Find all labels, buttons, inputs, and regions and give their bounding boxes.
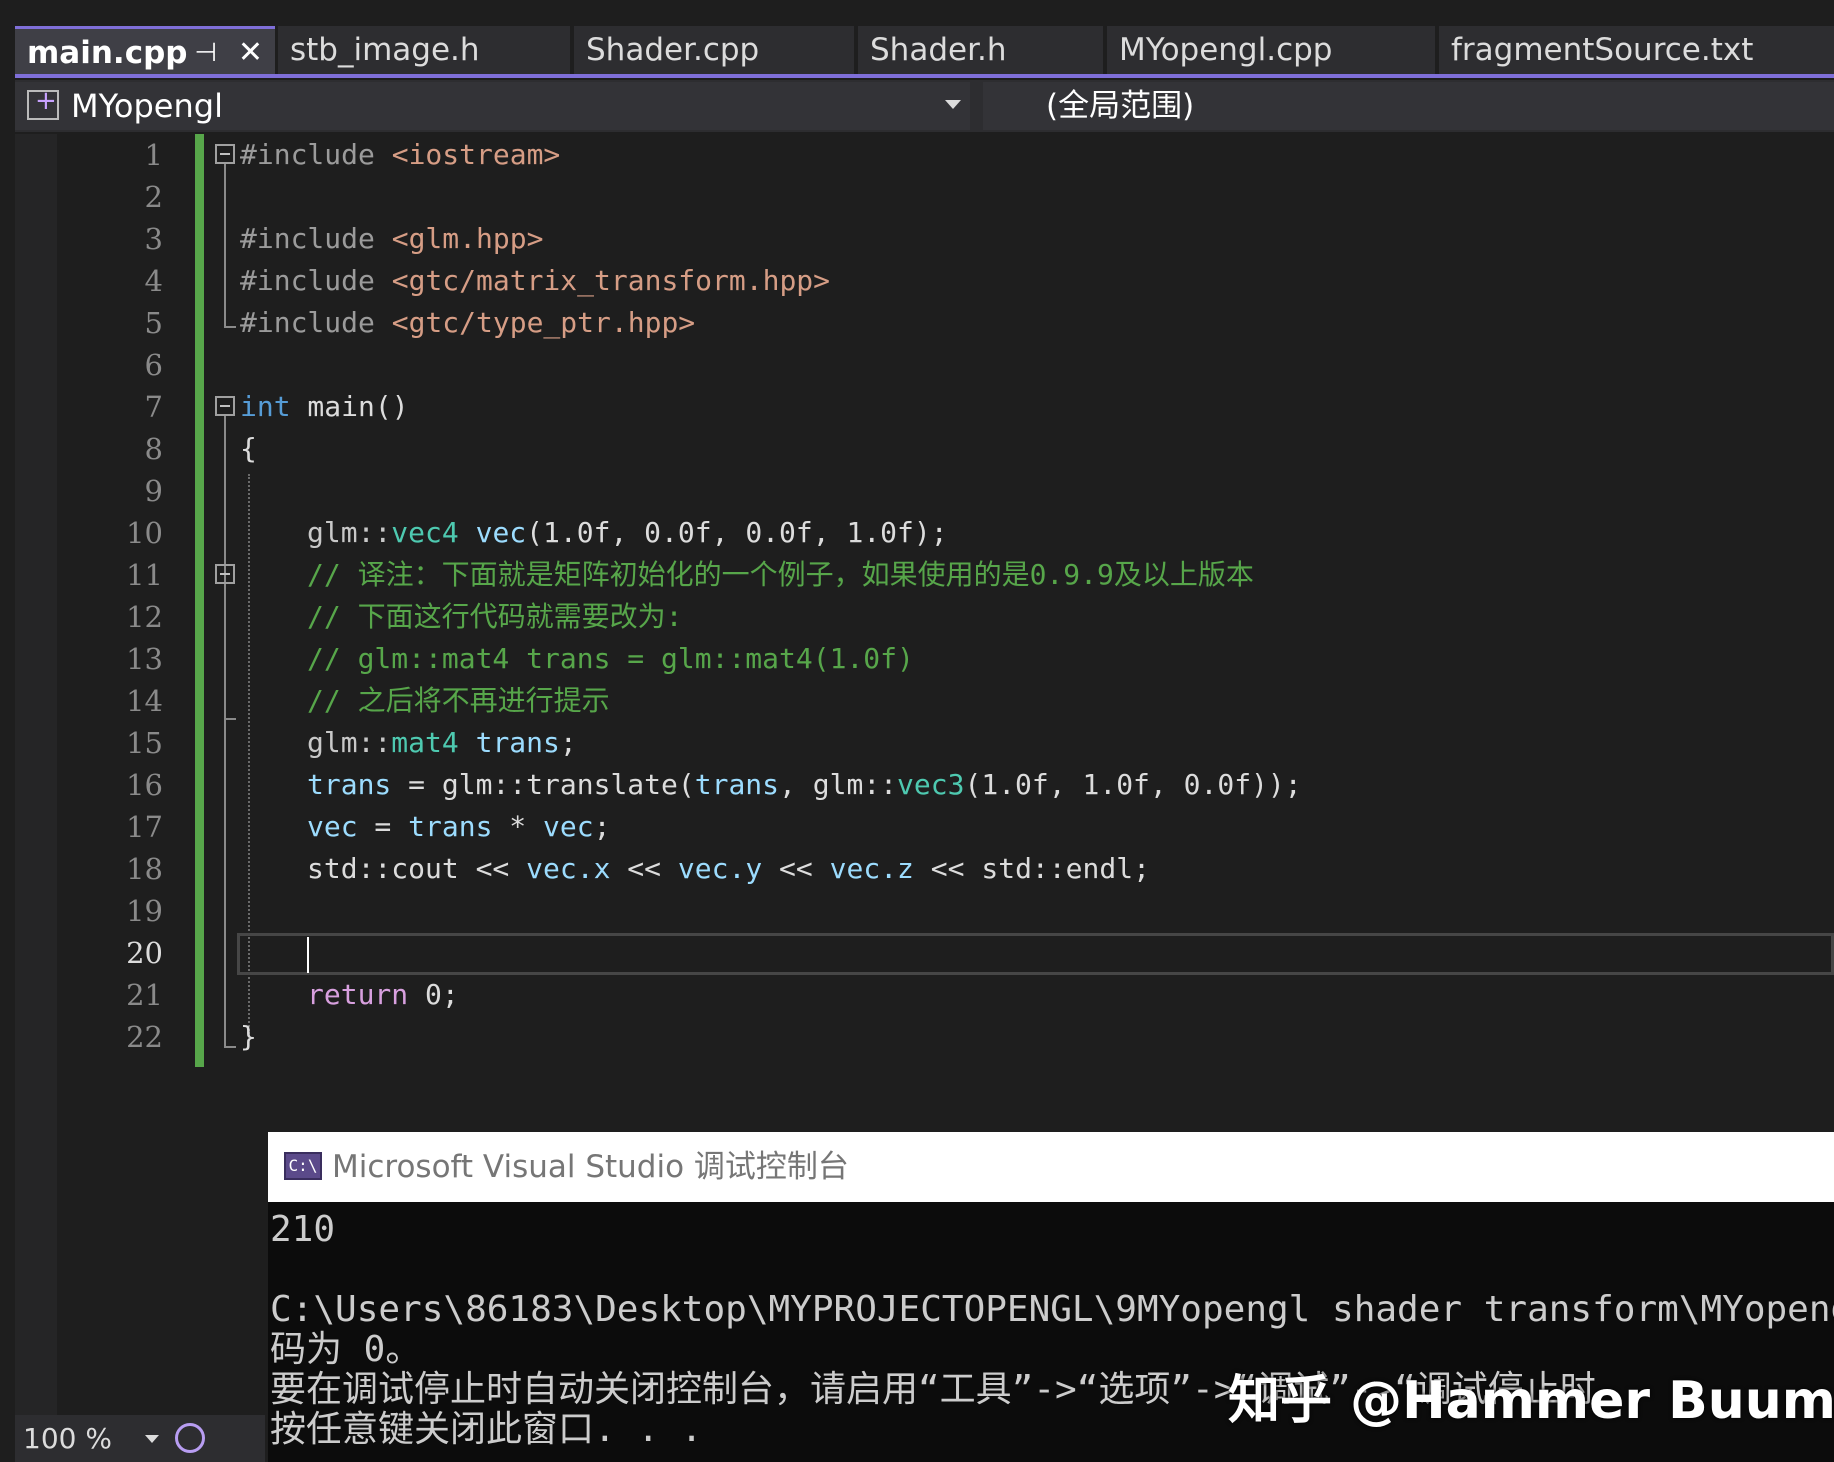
line-number: 8 bbox=[63, 428, 163, 470]
line-number: 12 bbox=[63, 596, 163, 638]
code-line-4: #include <gtc/matrix_transform.hpp> bbox=[240, 260, 830, 302]
line-number: 6 bbox=[63, 344, 163, 386]
project-dropdown[interactable]: MYopengl bbox=[15, 82, 970, 130]
glyph-margin bbox=[15, 134, 57, 1462]
collapse-icon[interactable] bbox=[215, 564, 235, 584]
fold-end bbox=[224, 718, 236, 720]
console-app-icon: C:\ bbox=[284, 1152, 322, 1180]
line-number: 21 bbox=[63, 974, 163, 1016]
line-number: 13 bbox=[63, 638, 163, 680]
line-number: 16 bbox=[63, 764, 163, 806]
project-name: MYopengl bbox=[71, 82, 223, 130]
tab-label: MYopengl.cpp bbox=[1119, 32, 1332, 68]
code-line-10: glm::vec4 vec(1.0f, 0.0f, 0.0f, 1.0f); bbox=[307, 512, 948, 554]
line-number: 7 bbox=[63, 386, 163, 428]
line-number: 17 bbox=[63, 806, 163, 848]
code-editor[interactable]: 1 2 3 4 5 6 7 8 9 10 11 12 13 14 15 16 1… bbox=[15, 134, 1834, 1134]
console-title-bar[interactable]: C:\ Microsoft Visual Studio 调试控制台 bbox=[268, 1132, 1834, 1202]
tab-main-cpp[interactable]: main.cpp ⊣ ✕ bbox=[15, 26, 275, 74]
line-number: 1 bbox=[63, 134, 163, 176]
code-line-7: int main() bbox=[240, 386, 409, 428]
text-caret bbox=[307, 937, 309, 973]
line-number: 18 bbox=[63, 848, 163, 890]
code-line-21: return 0; bbox=[307, 974, 459, 1016]
line-number-gutter: 1 2 3 4 5 6 7 8 9 10 11 12 13 14 15 16 1… bbox=[15, 134, 195, 1134]
line-number: 22 bbox=[63, 1016, 163, 1058]
line-number: 2 bbox=[63, 176, 163, 218]
pin-icon[interactable]: ⊣ bbox=[194, 29, 217, 74]
line-number: 3 bbox=[63, 218, 163, 260]
fold-guide bbox=[224, 416, 226, 1046]
console-output-line: 码为 0。 bbox=[270, 1330, 421, 1370]
change-tracking-bar bbox=[195, 134, 204, 1067]
console-output-line: 按任意键关闭此窗口. . . bbox=[270, 1410, 702, 1450]
line-number: 11 bbox=[63, 554, 163, 596]
zoom-control[interactable]: 100 % bbox=[15, 1415, 265, 1462]
code-health-icon[interactable] bbox=[175, 1423, 205, 1453]
line-number: 4 bbox=[63, 260, 163, 302]
tab-label: Shader.cpp bbox=[586, 32, 759, 68]
line-number: 15 bbox=[63, 722, 163, 764]
fold-end bbox=[224, 1046, 236, 1048]
tab-label: main.cpp bbox=[27, 35, 187, 71]
close-icon[interactable]: ✕ bbox=[238, 29, 263, 74]
code-line-13: // glm::mat4 trans = glm::mat4(1.0f) bbox=[307, 638, 914, 680]
chevron-down-icon[interactable] bbox=[945, 100, 961, 109]
line-number: 19 bbox=[63, 890, 163, 932]
collapse-icon[interactable] bbox=[215, 396, 235, 416]
chevron-down-icon[interactable] bbox=[145, 1435, 159, 1443]
line-number: 14 bbox=[63, 680, 163, 722]
code-line-18: std::cout << vec.x << vec.y << vec.z << … bbox=[307, 848, 1150, 890]
code-line-11: // 译注：下面就是矩阵初始化的一个例子，如果使用的是0.9.9及以上版本 bbox=[307, 554, 1254, 596]
current-line-highlight bbox=[237, 933, 1834, 975]
console-output-line: 210 bbox=[270, 1210, 335, 1250]
line-number: 5 bbox=[63, 302, 163, 344]
code-line-5: #include <gtc/type_ptr.hpp> bbox=[240, 302, 695, 344]
tab-label: fragmentSource.txt bbox=[1451, 32, 1753, 68]
console-output-line: C:\Users\86183\Desktop\MYPROJECTOPENGL\9… bbox=[270, 1290, 1834, 1330]
editor-tab-bar: main.cpp ⊣ ✕ stb_image.h Shader.cpp Shad… bbox=[0, 0, 1834, 78]
tab-shader-h[interactable]: Shader.h bbox=[858, 26, 1103, 74]
tab-fragmentsource-txt[interactable]: fragmentSource.txt bbox=[1439, 26, 1834, 74]
console-title: Microsoft Visual Studio 调试控制台 bbox=[332, 1132, 849, 1202]
tab-myopengl-cpp[interactable]: MYopengl.cpp bbox=[1107, 26, 1435, 74]
code-line-22: } bbox=[240, 1016, 257, 1058]
code-line-17: vec = trans * vec; bbox=[307, 806, 610, 848]
scope-dropdown[interactable]: (全局范围) bbox=[983, 82, 1834, 130]
scope-label: (全局范围) bbox=[1046, 82, 1194, 130]
zoom-level: 100 % bbox=[23, 1415, 112, 1462]
code-line-12: // 下面这行代码就需要改为: bbox=[307, 596, 682, 638]
tab-stb-image-h[interactable]: stb_image.h bbox=[278, 26, 570, 74]
code-line-3: #include <glm.hpp> bbox=[240, 218, 543, 260]
navigation-bar: MYopengl (全局范围) bbox=[15, 80, 1834, 132]
watermark: 知乎 @Hammer Buum bbox=[1228, 1358, 1834, 1433]
code-line-8: { bbox=[240, 428, 257, 470]
fold-end bbox=[224, 326, 236, 328]
line-number: 9 bbox=[63, 470, 163, 512]
tab-shader-cpp[interactable]: Shader.cpp bbox=[574, 26, 854, 74]
project-icon bbox=[27, 90, 59, 120]
active-tab-underline bbox=[15, 74, 1834, 78]
code-line-14: // 之后将不再进行提示 bbox=[307, 680, 610, 722]
code-line-1: #include <iostream> bbox=[240, 134, 560, 176]
tab-label: stb_image.h bbox=[290, 32, 480, 68]
line-number: 10 bbox=[63, 512, 163, 554]
tab-label: Shader.h bbox=[870, 32, 1006, 68]
code-line-15: glm::mat4 trans; bbox=[307, 722, 577, 764]
line-number-current: 20 bbox=[63, 932, 163, 974]
code-line-16: trans = glm::translate(trans, glm::vec3(… bbox=[307, 764, 1302, 806]
collapse-icon[interactable] bbox=[215, 144, 235, 164]
fold-guide bbox=[224, 164, 226, 326]
